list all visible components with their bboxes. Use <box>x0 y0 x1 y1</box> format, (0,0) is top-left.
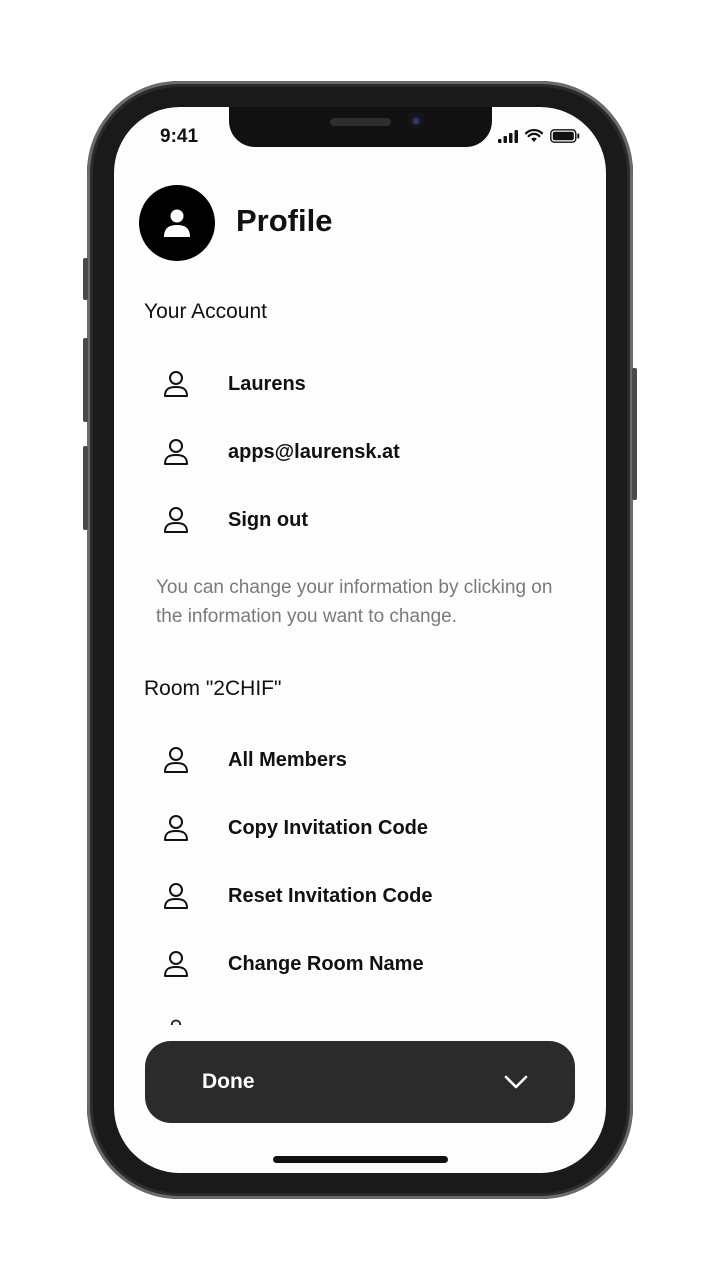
reset-invitation-code-row[interactable]: Reset Invitation Code <box>158 876 578 916</box>
all-members-label: All Members <box>228 748 347 771</box>
done-button[interactable]: Done <box>145 1041 575 1123</box>
person-outline-icon <box>158 434 194 470</box>
person-outline-icon <box>158 502 194 538</box>
person-outline-icon <box>158 366 194 402</box>
status-icons <box>498 129 580 143</box>
status-time: 9:41 <box>160 126 199 147</box>
front-camera <box>407 112 425 130</box>
wifi-icon <box>525 129 543 142</box>
account-email-label: apps@laurensk.at <box>228 440 400 463</box>
home-indicator[interactable] <box>273 1156 448 1163</box>
account-name-label: Laurens <box>228 372 306 395</box>
volume-up-button <box>83 338 88 422</box>
sign-out-label: Sign out <box>228 508 308 531</box>
battery-icon <box>550 129 580 143</box>
person-outline-icon <box>158 742 194 778</box>
screen: 9:41 Profile Your Account Laurens apps@l… <box>114 107 606 1173</box>
profile-avatar <box>139 185 215 261</box>
reset-invitation-code-label: Reset Invitation Code <box>228 884 433 907</box>
page-title: Profile <box>236 203 333 238</box>
signal-icon <box>498 129 518 143</box>
person-icon <box>164 209 190 237</box>
speaker-grille <box>330 118 391 126</box>
done-label: Done <box>202 1070 255 1093</box>
volume-down-button <box>83 446 88 530</box>
person-outline-icon <box>158 946 194 982</box>
sign-out-row[interactable]: Sign out <box>158 500 578 540</box>
change-room-name-row[interactable]: Change Room Name <box>158 944 578 984</box>
account-email-row[interactable]: apps@laurensk.at <box>158 432 578 472</box>
silent-switch <box>83 258 88 300</box>
copy-invitation-code-row[interactable]: Copy Invitation Code <box>158 808 578 848</box>
account-hint-text: You can change your information by click… <box>156 577 553 627</box>
power-button <box>632 368 637 500</box>
account-name-row[interactable]: Laurens <box>158 364 578 404</box>
all-members-row[interactable]: All Members <box>158 740 578 780</box>
notch <box>229 107 492 147</box>
person-outline-icon <box>158 810 194 846</box>
chevron-down-icon <box>504 1075 528 1089</box>
section-title-account: Your Account <box>144 300 267 323</box>
section-title-room: Room "2CHIF" <box>144 677 282 700</box>
person-outline-icon <box>166 1019 186 1025</box>
copy-invitation-code-label: Copy Invitation Code <box>228 816 428 839</box>
change-room-name-label: Change Room Name <box>228 952 424 975</box>
person-outline-icon <box>158 878 194 914</box>
